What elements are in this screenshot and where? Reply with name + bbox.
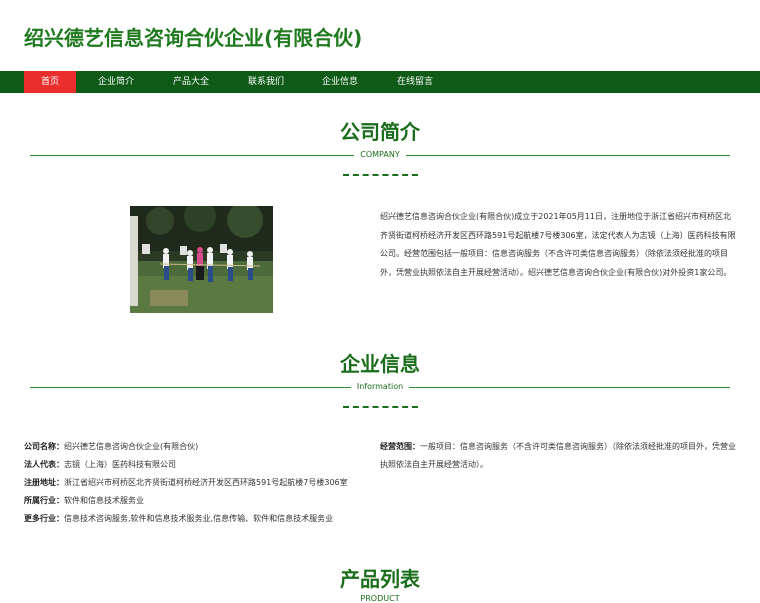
company-section-title: 公司简介 xyxy=(340,120,420,144)
main-nav: 首页 企业简介 产品大全 联系我们 企业信息 在线留言 xyxy=(0,71,760,93)
info-section-subtitle: Information xyxy=(350,382,410,391)
info-section-title: 企业信息 xyxy=(340,352,420,376)
info-value: 软件和信息技术服务业 xyxy=(64,496,144,505)
info-label: 经营范围： xyxy=(380,442,420,451)
products-section-title: 产品列表 xyxy=(340,567,420,591)
info-value: 一般项目：信息咨询服务（不含许可类信息咨询服务）（除依法须经批准的项目外，凭营业… xyxy=(380,442,736,469)
info-row-industry: 所属行业：软件和信息技术服务业 xyxy=(24,492,348,510)
info-label: 法人代表： xyxy=(24,460,64,469)
info-value: 信息技术咨询服务,软件和信息技术服务业,信息传输、软件和信息技术服务业 xyxy=(64,514,334,523)
info-label: 注册地址： xyxy=(24,478,64,487)
company-photo xyxy=(130,206,273,313)
info-value: 浙江省绍兴市柯桥区北齐贤街道柯桥经济开发区西环路591号起航楼7号楼306室 xyxy=(64,478,348,487)
nav-item-message[interactable]: 在线留言 xyxy=(389,71,441,93)
nav-item-contact[interactable]: 联系我们 xyxy=(240,71,292,93)
info-value: 志镜（上海）医药科技有限公司 xyxy=(64,460,176,469)
site-title: 绍兴德艺信息咨询合伙企业(有限合伙) xyxy=(24,26,363,50)
info-row-legal-rep: 法人代表：志镜（上海）医药科技有限公司 xyxy=(24,456,348,474)
info-fields: 公司名称：绍兴德艺信息咨询合伙企业(有限合伙) 法人代表：志镜（上海）医药科技有… xyxy=(24,438,348,528)
nav-item-home[interactable]: 首页 xyxy=(24,71,76,93)
info-row-more-industry: 更多行业：信息技术咨询服务,软件和信息技术服务业,信息传输、软件和信息技术服务业 xyxy=(24,510,348,528)
info-value: 绍兴德艺信息咨询合伙企业(有限合伙) xyxy=(64,442,199,451)
company-section-subtitle: COMPANY xyxy=(354,150,406,159)
nav-item-company-intro[interactable]: 企业简介 xyxy=(90,71,142,93)
products-section-subtitle: PRODUCT xyxy=(354,594,406,603)
company-dashes xyxy=(343,174,418,176)
company-description: 绍兴德艺信息咨询合伙企业(有限合伙)成立于2021年05月11日，注册地位于浙江… xyxy=(380,212,736,277)
info-row-address: 注册地址：浙江省绍兴市柯桥区北齐贤街道柯桥经济开发区西环路591号起航楼7号楼3… xyxy=(24,474,348,492)
info-label: 公司名称： xyxy=(24,442,64,451)
info-dashes xyxy=(343,406,418,408)
nav-item-products[interactable]: 产品大全 xyxy=(165,71,217,93)
nav-item-company-info[interactable]: 企业信息 xyxy=(314,71,366,93)
info-business-scope: 经营范围：一般项目：信息咨询服务（不含许可类信息咨询服务）（除依法须经批准的项目… xyxy=(380,438,740,474)
info-row-company-name: 公司名称：绍兴德艺信息咨询合伙企业(有限合伙) xyxy=(24,438,348,456)
info-label: 所属行业： xyxy=(24,496,64,505)
info-label: 更多行业： xyxy=(24,514,64,523)
